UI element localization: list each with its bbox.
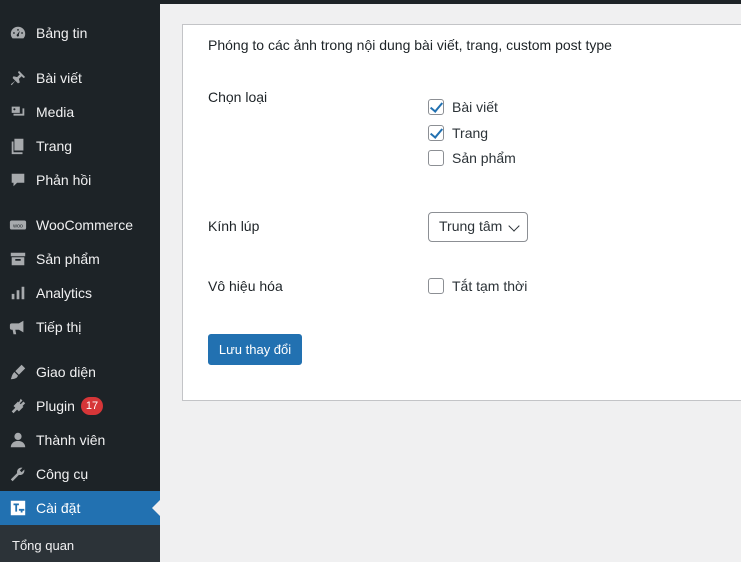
- comment-icon: [8, 170, 28, 190]
- sidebar-item-label: Cài đặt: [36, 500, 81, 516]
- sidebar-item-dashboard[interactable]: Bảng tin: [0, 16, 160, 50]
- sidebar-item-label: WooCommerce: [36, 217, 133, 233]
- save-changes-button[interactable]: Lưu thay đổi: [208, 334, 302, 365]
- sidebar-item-label: Bài viết: [36, 70, 82, 86]
- disable-label: Vô hiệu hóa: [208, 278, 283, 294]
- magnifier-select-value: Trung tâm: [439, 218, 503, 234]
- sidebar-item-label: Trang: [36, 138, 73, 154]
- sidebar-item-settings[interactable]: Cài đặt: [0, 491, 160, 525]
- sidebar-item-label: Giao diện: [36, 364, 96, 380]
- sidebar-item-tools[interactable]: Công cụ: [0, 457, 160, 491]
- post-type-option-posts[interactable]: Bài viết: [428, 99, 498, 115]
- sidebar-item-label: Sản phẩm: [36, 251, 100, 267]
- post-type-option-products[interactable]: Sản phẩm: [428, 150, 516, 166]
- megaphone-icon: [8, 317, 28, 337]
- posts-checkbox[interactable]: [428, 99, 444, 115]
- plugin-icon: [8, 396, 28, 416]
- option-label: Trang: [452, 125, 489, 141]
- sidebar-item-label: Bảng tin: [36, 25, 88, 41]
- submenu-item-general[interactable]: Tổng quan: [12, 538, 74, 553]
- disable-option[interactable]: Tắt tạm thời: [428, 278, 527, 294]
- sidebar-item-media[interactable]: Media: [0, 95, 160, 129]
- sidebar-item-pages[interactable]: Trang: [0, 129, 160, 163]
- magnifier-select[interactable]: Trung tâm: [428, 212, 528, 242]
- sidebar-item-posts[interactable]: Bài viết: [0, 61, 160, 95]
- plugin-update-count-badge: 17: [80, 397, 104, 415]
- sidebar-item-marketing[interactable]: Tiếp thị: [0, 310, 160, 344]
- select-type-label: Chọn loại: [208, 89, 268, 105]
- products-checkbox[interactable]: [428, 150, 444, 166]
- user-icon: [8, 430, 28, 450]
- settings-submenu: Tổng quan: [0, 525, 160, 562]
- media-icon: [8, 102, 28, 122]
- sidebar-item-analytics[interactable]: Analytics: [0, 276, 160, 310]
- sidebar-item-label: Phản hồi: [36, 172, 92, 188]
- option-label: Sản phẩm: [452, 150, 516, 166]
- post-type-option-pages[interactable]: Trang: [428, 125, 488, 141]
- pages-checkbox[interactable]: [428, 125, 444, 141]
- settings-panel: Phóng to các ảnh trong nội dung bài viết…: [182, 24, 741, 401]
- wrench-icon: [8, 464, 28, 484]
- sidebar-item-label: Plugin: [36, 398, 75, 414]
- disable-temporarily-checkbox[interactable]: [428, 278, 444, 294]
- sidebar-item-label: Analytics: [36, 285, 93, 301]
- magnifier-label: Kính lúp: [208, 218, 260, 234]
- sidebar-item-comments[interactable]: Phản hồi: [0, 163, 160, 197]
- pin-icon: [8, 68, 28, 88]
- sidebar-item-plugins[interactable]: Plugin 17: [0, 389, 160, 423]
- chart-bar-icon: [8, 283, 28, 303]
- dashboard-icon: [8, 23, 28, 43]
- settings-icon: [8, 498, 28, 518]
- sidebar-item-products[interactable]: Sản phẩm: [0, 242, 160, 276]
- option-label: Tắt tạm thời: [452, 278, 528, 294]
- sidebar-item-label: Thành viên: [36, 432, 106, 448]
- page-icon: [8, 136, 28, 156]
- sidebar-item-label: Công cụ: [36, 466, 89, 482]
- sidebar-item-label: Tiếp thị: [36, 319, 82, 335]
- svg-text:woo: woo: [12, 223, 23, 229]
- sidebar-item-label: Media: [36, 104, 75, 120]
- sidebar-item-users[interactable]: Thành viên: [0, 423, 160, 457]
- brush-icon: [8, 362, 28, 382]
- sidebar-item-appearance[interactable]: Giao diện: [0, 355, 160, 389]
- sidebar-item-woocommerce[interactable]: woo WooCommerce: [0, 208, 160, 242]
- archive-icon: [8, 249, 28, 269]
- woo-icon: woo: [8, 215, 28, 235]
- option-label: Bài viết: [452, 99, 498, 115]
- chevron-down-icon: [508, 220, 520, 232]
- section-title: Phóng to các ảnh trong nội dung bài viết…: [208, 37, 612, 53]
- admin-sidebar: Bảng tin Bài viết Media Trang Phản hồi w…: [0, 0, 160, 562]
